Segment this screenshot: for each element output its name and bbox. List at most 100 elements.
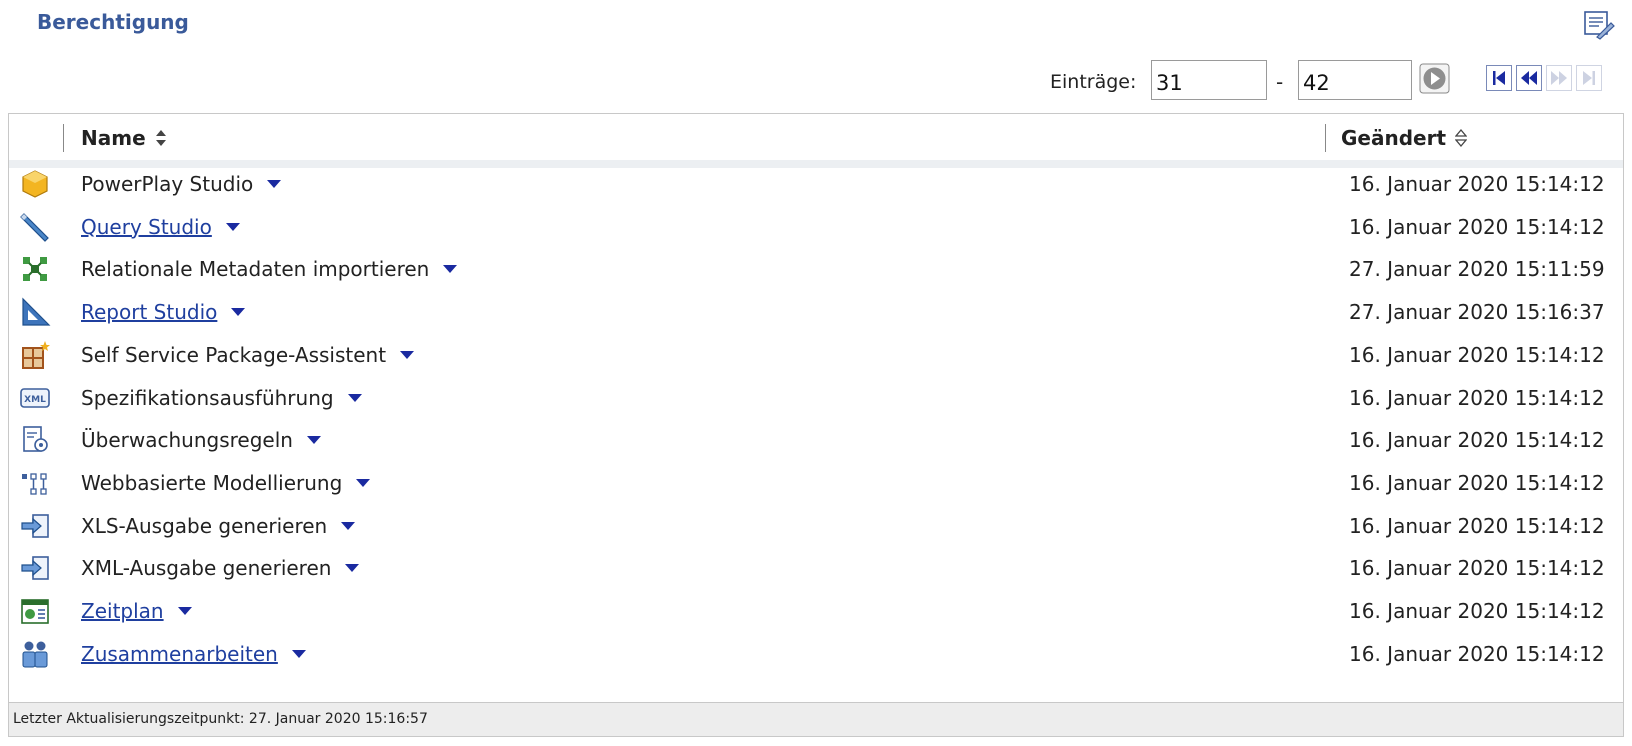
item-name-cell: Zusammenarbeiten <box>81 642 306 666</box>
item-name-cell: Webbasierte Modellierung <box>81 470 371 495</box>
item-link[interactable]: Zusammenarbeiten <box>81 642 278 666</box>
list-item: Überwachungsregeln 16. Januar 2020 15:14:… <box>9 418 1623 462</box>
export-arrow-icon <box>19 510 51 542</box>
actions-dropdown-icon[interactable] <box>306 436 321 445</box>
actions-dropdown-icon[interactable] <box>347 393 362 402</box>
changed-date-cell: 16. Januar 2020 15:14:12 <box>1349 513 1605 538</box>
entries-label: Einträge: <box>1050 71 1137 93</box>
actions-dropdown-icon[interactable] <box>291 649 306 658</box>
last-page-icon <box>1576 65 1602 91</box>
previous-page-button[interactable] <box>1516 65 1542 91</box>
list-item: XML-Ausgabe generieren 16. Januar 2020 15… <box>9 546 1623 590</box>
actions-dropdown-icon[interactable] <box>400 350 415 359</box>
changed-date-cell: 16. Januar 2020 15:14:12 <box>1349 470 1605 495</box>
column-header-name[interactable]: Name <box>81 126 167 150</box>
sort-toggle-icon <box>1455 129 1468 147</box>
first-page-button[interactable] <box>1486 65 1512 91</box>
list-item: PowerPlay Studio 16. Januar 2020 15:14:12 <box>9 162 1623 206</box>
item-name-cell: Überwachungsregeln <box>81 428 321 452</box>
go-button[interactable] <box>1419 63 1450 94</box>
item-name-cell: XLS-Ausgabe generieren <box>81 513 356 538</box>
item-name: Überwachungsregeln <box>81 428 293 453</box>
entries-from-input[interactable] <box>1151 60 1267 100</box>
item-name-cell: Spezifikationsausführung <box>81 386 362 410</box>
changed-date-cell: 16. Januar 2020 15:14:12 <box>1349 641 1605 666</box>
item-name: Webbasierte Modellierung <box>81 470 343 495</box>
last-updated-text: Letzter Aktualisierungszeitpunkt: 27. Ja… <box>13 711 428 727</box>
list-item: Webbasierte Modellierung 16. Januar 2020 … <box>9 461 1623 505</box>
entries-dash: - <box>1276 70 1284 94</box>
item-link[interactable]: Query Studio <box>81 215 212 239</box>
actions-dropdown-icon[interactable] <box>225 222 240 231</box>
item-name: Self Service Package-Assistent <box>81 342 387 367</box>
changed-date-cell: 16. Januar 2020 15:14:12 <box>1349 556 1605 581</box>
package-wizard-icon <box>19 339 51 371</box>
item-link[interactable]: Zeitplan <box>81 599 164 623</box>
actions-dropdown-icon[interactable] <box>231 308 246 317</box>
list-item: Zusammenarbeiten 16. Januar 2020 15:14:12 <box>9 632 1623 676</box>
entries-list: Name Geändert PowerPlay Studio 16. Januar… <box>8 113 1624 737</box>
item-name: PowerPlay Studio <box>81 172 254 196</box>
actions-dropdown-icon[interactable] <box>177 607 192 615</box>
changed-date-cell: 16. Januar 2020 15:14:12 <box>1349 428 1605 453</box>
item-link[interactable]: Report Studio <box>81 300 217 324</box>
changed-date-cell: 16. Januar 2020 15:14:12 <box>1349 599 1605 623</box>
set-square-icon <box>19 296 51 328</box>
list-item: Zeitplan 16. Januar 2020 15:14:12 <box>9 589 1623 633</box>
actions-dropdown-icon[interactable] <box>356 478 371 487</box>
list-header: Name Geändert <box>9 114 1623 160</box>
previous-page-icon <box>1516 65 1542 91</box>
page-title: Berechtigung <box>37 10 189 34</box>
item-name: Relationale Metadaten importieren <box>81 257 430 282</box>
next-page-button[interactable] <box>1546 65 1572 91</box>
item-name: Spezifikationsausführung <box>81 385 334 410</box>
actions-dropdown-icon[interactable] <box>443 265 458 274</box>
changed-date-cell: 16. Januar 2020 15:14:12 <box>1349 385 1605 410</box>
powerplay-cube-icon <box>19 168 51 200</box>
item-name-cell: Self Service Package-Assistent <box>81 342 415 367</box>
schedule-calendar-icon <box>19 595 51 627</box>
column-header-name-label: Name <box>81 126 146 150</box>
query-pencil-icon <box>19 211 51 243</box>
actions-dropdown-icon[interactable] <box>345 564 360 573</box>
list-item: Self Service Package-Assistent 16. Januar… <box>9 333 1623 377</box>
go-arrow-icon <box>1419 63 1450 94</box>
last-page-button[interactable] <box>1576 65 1602 91</box>
list-item: XLS-Ausgabe generieren 16. Januar 2020 15… <box>9 504 1623 548</box>
actions-dropdown-icon[interactable] <box>267 180 282 188</box>
list-item: Query Studio 16. Januar 2020 15:14:12 <box>9 205 1623 249</box>
column-header-changed-label: Geändert <box>1341 126 1447 150</box>
entries-to-input[interactable] <box>1298 60 1412 100</box>
svg-text:XML: XML <box>24 395 46 405</box>
item-name-cell: XML-Ausgabe generieren <box>81 556 360 581</box>
list-footer: Letzter Aktualisierungszeitpunkt: 27. Ja… <box>9 702 1623 736</box>
list-item: Report Studio 27. Januar 2020 15:16:37 <box>9 290 1623 334</box>
list-item: Relationale Metadaten importieren 27. Jan… <box>9 247 1623 291</box>
metadata-import-icon <box>19 253 51 285</box>
changed-date-cell: 16. Januar 2020 15:14:12 <box>1349 342 1605 367</box>
actions-dropdown-icon[interactable] <box>341 521 356 530</box>
changed-date-cell: 27. Januar 2020 15:16:37 <box>1349 300 1605 325</box>
changed-date-cell: 27. Januar 2020 15:11:59 <box>1349 257 1605 282</box>
collaboration-people-icon <box>19 638 51 670</box>
list-item: XML Spezifikationsausführung 16. Januar 20… <box>9 376 1623 420</box>
item-name-cell: Query Studio <box>81 215 240 239</box>
header-divider <box>63 124 64 152</box>
xml-badge-icon: XML <box>19 382 51 414</box>
item-name: XLS-Ausgabe generieren <box>81 513 328 538</box>
item-name-cell: Report Studio <box>81 300 246 324</box>
changed-date-cell: 16. Januar 2020 15:14:12 <box>1349 214 1605 239</box>
column-header-changed[interactable]: Geändert <box>1341 126 1468 150</box>
first-page-icon <box>1486 65 1512 91</box>
modeling-nodes-icon <box>19 467 51 499</box>
properties-icon[interactable] <box>1583 10 1615 40</box>
sort-toggle-icon <box>155 130 166 146</box>
item-name-cell: PowerPlay Studio <box>81 172 282 196</box>
export-arrow-icon <box>19 552 51 584</box>
item-name: XML-Ausgabe generieren <box>81 556 332 581</box>
rules-document-icon <box>19 424 51 456</box>
changed-date-cell: 16. Januar 2020 15:14:12 <box>1349 172 1605 196</box>
item-name-cell: Relationale Metadaten importieren <box>81 257 458 282</box>
next-page-icon <box>1546 65 1572 91</box>
header-divider <box>1325 124 1326 152</box>
